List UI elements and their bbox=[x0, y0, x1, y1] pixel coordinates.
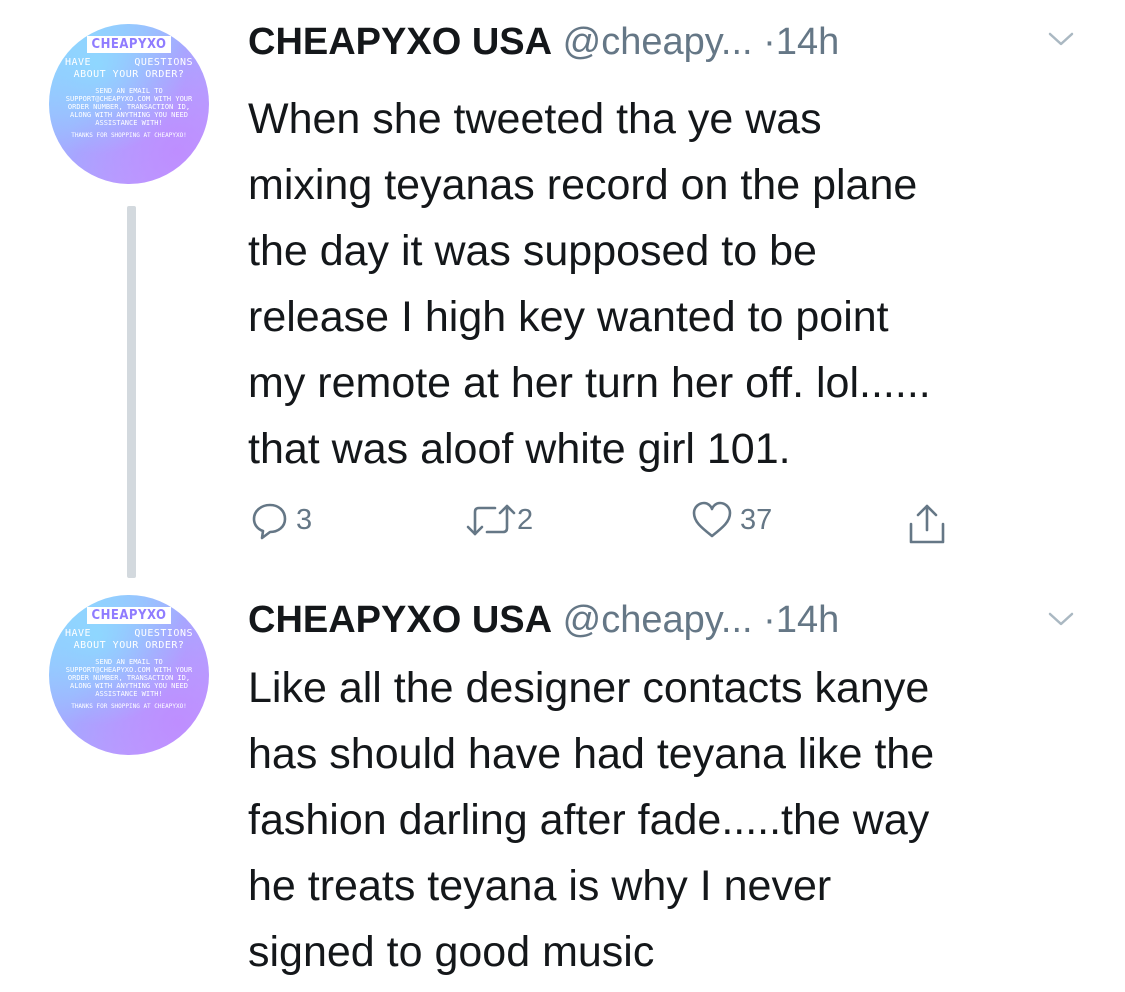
avatar-line2: ABOUT YOUR ORDER? bbox=[73, 640, 185, 651]
retweet-count: 2 bbox=[517, 503, 534, 536]
avatar-line1-b: QUESTIONS bbox=[134, 628, 193, 639]
tweet-header: CHEAPYXO USA @cheapy... ·14h bbox=[248, 20, 839, 64]
tweet-text: When she tweeted tha ye was mixing teyan… bbox=[248, 95, 931, 473]
share-button[interactable] bbox=[905, 502, 949, 546]
reply-count: 3 bbox=[296, 503, 313, 536]
avatar-line1: HAVE QUESTIONS bbox=[49, 57, 209, 69]
avatar-thanks: THANKS FOR SHOPPING AT CHEAPYXO! bbox=[71, 132, 187, 139]
chevron-down-icon[interactable] bbox=[1048, 611, 1074, 627]
timestamp[interactable]: 14h bbox=[776, 21, 839, 63]
avatar[interactable]: CHEAPYXO HAVE QUESTIONS ABOUT YOUR ORDER… bbox=[49, 24, 209, 184]
avatar-thanks: THANKS FOR SHOPPING AT CHEAPYXO! bbox=[71, 703, 187, 710]
avatar[interactable]: CHEAPYXO HAVE QUESTIONS ABOUT YOUR ORDER… bbox=[49, 595, 209, 755]
tweet-text: Like all the designer contacts kanye has… bbox=[248, 664, 935, 976]
timestamp[interactable]: 14h bbox=[776, 599, 839, 641]
retweet-icon bbox=[466, 504, 516, 536]
user-handle[interactable]: @cheapy... bbox=[563, 599, 753, 641]
separator-dot: · bbox=[763, 599, 776, 641]
tweet-1[interactable]: CHEAPYXO HAVE QUESTIONS ABOUT YOUR ORDER… bbox=[0, 0, 1125, 580]
avatar-line2: ABOUT YOUR ORDER? bbox=[73, 69, 185, 80]
avatar-brand: CHEAPYXO bbox=[86, 36, 172, 53]
display-name[interactable]: CHEAPYXO USA bbox=[248, 21, 552, 63]
user-handle[interactable]: @cheapy... bbox=[563, 21, 753, 63]
avatar-line1: HAVE QUESTIONS bbox=[49, 628, 209, 640]
tweet-actions: 3 2 37 bbox=[0, 500, 1125, 550]
tweet-header: CHEAPYXO USA @cheapy... ·14h bbox=[248, 598, 839, 642]
avatar-body: SEND AN EMAIL TO SUPPORT@CHEAPYXO.COM WI… bbox=[65, 87, 193, 127]
reply-icon bbox=[252, 503, 287, 540]
chevron-down-icon[interactable] bbox=[1048, 31, 1074, 47]
separator-dot: · bbox=[763, 21, 776, 63]
reply-button[interactable]: 3 bbox=[250, 500, 312, 540]
share-icon bbox=[909, 504, 945, 544]
retweet-button[interactable]: 2 bbox=[465, 500, 533, 540]
tweet-2[interactable]: CHEAPYXO HAVE QUESTIONS ABOUT YOUR ORDER… bbox=[0, 580, 1125, 992]
heart-icon bbox=[692, 501, 732, 538]
avatar-body: SEND AN EMAIL TO SUPPORT@CHEAPYXO.COM WI… bbox=[65, 658, 193, 698]
display-name[interactable]: CHEAPYXO USA bbox=[248, 599, 552, 641]
like-count: 37 bbox=[740, 503, 773, 536]
like-button[interactable]: 37 bbox=[690, 500, 772, 540]
avatar-line1-b: QUESTIONS bbox=[134, 57, 193, 68]
avatar-line1-a: HAVE bbox=[65, 628, 92, 639]
avatar-line1-a: HAVE bbox=[65, 57, 92, 68]
avatar-brand: CHEAPYXO bbox=[86, 607, 172, 624]
